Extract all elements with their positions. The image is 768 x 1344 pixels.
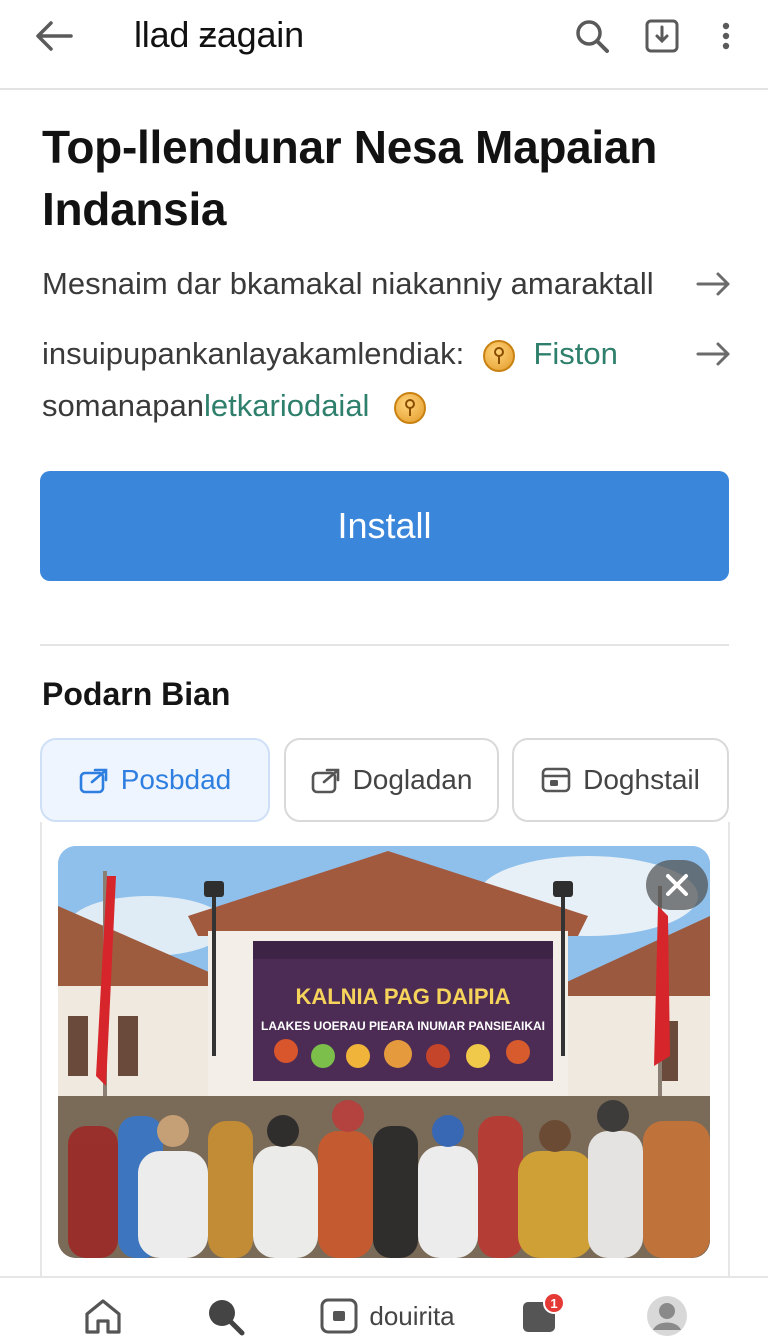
notification-badge: 1 xyxy=(543,1292,565,1314)
nav-home[interactable] xyxy=(80,1292,126,1340)
description-row-3: somanapanletkariodaial xyxy=(42,388,734,424)
avatar-icon xyxy=(647,1296,687,1336)
nav-profile[interactable] xyxy=(644,1292,690,1340)
description-line-1: Mesnaim dar bkamakal niakanniy amaraktal… xyxy=(42,266,654,301)
back-arrow-icon xyxy=(36,21,73,51)
nav-feed[interactable]: douirita xyxy=(312,1292,462,1340)
home-icon xyxy=(85,1299,121,1334)
banner-line-1: KALNIA PAG DAIPIA xyxy=(295,984,510,1009)
window-icon xyxy=(541,765,571,795)
more-vertical-icon xyxy=(722,22,730,50)
nav-feed-label: douirita xyxy=(369,1300,455,1331)
top-app-bar: llad ƶagain xyxy=(0,0,768,90)
install-button[interactable]: Install xyxy=(40,471,729,581)
download-button[interactable] xyxy=(640,14,684,58)
arrow-right-icon xyxy=(694,336,734,372)
close-icon xyxy=(666,874,688,896)
section-title: Podarn Bian xyxy=(42,676,231,712)
description-line-3: somanapan xyxy=(42,388,205,423)
screenshot-image[interactable]: KALNIA PAG DAIPIA LAAKES UOERAU PIEARA I… xyxy=(58,846,710,1258)
search-icon xyxy=(576,20,609,53)
banner-line-2: LAAKES UOERAU PIEARA INUMAR PANSIEAIKAI xyxy=(261,1019,545,1033)
tab-label: Dogladan xyxy=(352,764,473,795)
tab-dogladan[interactable]: Dogladan xyxy=(284,738,499,822)
tab-posbdad[interactable]: Posbdad xyxy=(40,738,270,822)
description-link-2[interactable]: letkariodaial xyxy=(204,388,369,423)
description-row-1[interactable]: Mesnaim dar bkamakal niakanniy amaraktal… xyxy=(42,266,734,302)
more-options-button[interactable] xyxy=(704,14,748,58)
nav-inbox[interactable]: 1 xyxy=(516,1292,565,1340)
camera-icon xyxy=(320,1298,358,1334)
tab-label: Doghstail xyxy=(583,764,700,795)
nav-search[interactable] xyxy=(202,1292,248,1340)
close-image-button[interactable] xyxy=(646,860,708,910)
search-button[interactable] xyxy=(570,14,614,58)
app-bar-title: llad ƶagain xyxy=(134,14,304,55)
tab-label: Posbdad xyxy=(120,764,232,795)
app-details-screen: llad ƶagain Top-llendunar Nesa Mapaian I… xyxy=(0,0,768,1344)
tab-doghstail[interactable]: Doghstail xyxy=(512,738,729,822)
key-badge-icon xyxy=(394,391,427,424)
app-title: Top-llendunar Nesa Mapaian Indansia xyxy=(42,121,657,235)
search-icon xyxy=(209,1300,245,1336)
description-row-2[interactable]: insuipupankanlayakamlendiak: Fiston xyxy=(42,336,734,372)
description-link-1[interactable]: Fiston xyxy=(533,336,617,371)
bottom-navigation: douirita 1 xyxy=(0,1276,768,1344)
share-icon xyxy=(311,765,341,795)
key-badge-icon xyxy=(482,339,515,372)
back-button[interactable] xyxy=(30,16,78,56)
share-icon xyxy=(79,765,109,795)
app-info: Top-llendunar Nesa Mapaian Indansia xyxy=(42,116,732,240)
description-line-2: insuipupankanlayakamlendiak: xyxy=(42,336,465,371)
media-tabs: Posbdad Dogladan Doghstail xyxy=(40,738,730,824)
section-divider xyxy=(40,644,729,646)
arrow-right-icon xyxy=(694,266,734,302)
download-icon xyxy=(645,19,679,53)
